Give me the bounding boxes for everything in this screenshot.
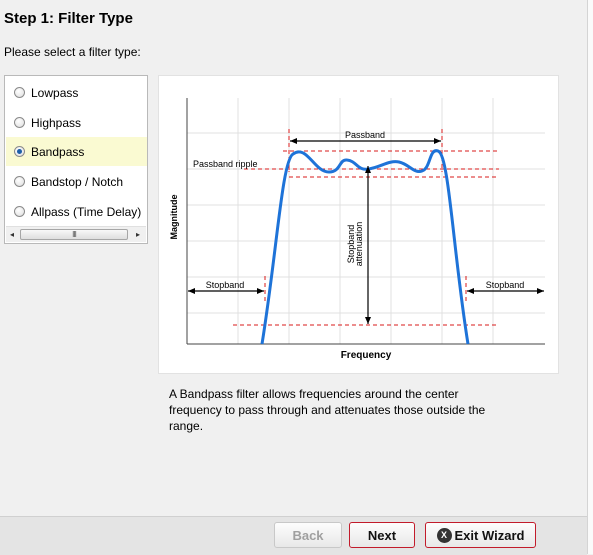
exit-wizard-button[interactable]: X Exit Wizard [425,522,536,548]
radio-checked-icon[interactable] [14,146,25,157]
scroll-right-icon[interactable]: ▸ [136,230,140,239]
label-passband-ripple: Passband ripple [193,159,258,169]
option-bandpass[interactable]: Bandpass [6,137,147,166]
option-label: Allpass (Time Delay) [31,204,142,219]
option-lowpass[interactable]: Lowpass [6,78,147,107]
option-label: Bandpass [31,144,85,159]
x-axis-title: Frequency [341,350,392,361]
option-label: Bandstop / Notch [31,174,124,189]
close-icon: X [436,527,452,543]
horizontal-scrollbar[interactable]: ◂ III ▸ [6,226,146,242]
page-subtitle: Please select a filter type: [4,45,141,59]
window-edge [587,0,593,554]
back-button-label: Back [292,527,324,543]
reference-lines [233,129,499,326]
option-label: Highpass [31,115,82,130]
exit-wizard-label: Exit Wizard [454,527,525,543]
page-title: Step 1: Filter Type [4,10,133,27]
radio-icon[interactable] [14,206,25,217]
option-allpass[interactable]: Allpass (Time Delay) [6,197,147,226]
label-stopband-left: Stopband [206,280,245,290]
label-stopband-right: Stopband [486,280,525,290]
radio-icon[interactable] [14,87,25,98]
scroll-grip-icon: III [72,230,77,239]
filter-diagram-svg: Passband Passband ripple Stopband Stopba… [169,98,545,361]
filter-diagram: Passband Passband ripple Stopband Stopba… [158,75,559,374]
scrollbar-thumb[interactable]: III [20,229,128,240]
next-button[interactable]: Next [349,522,415,548]
next-button-label: Next [367,527,397,543]
radio-icon[interactable] [14,176,25,187]
option-bandstop-notch[interactable]: Bandstop / Notch [6,167,147,196]
filter-response-curve [260,149,470,345]
label-passband: Passband [345,130,385,140]
option-highpass[interactable]: Highpass [6,108,147,137]
filter-type-list: Lowpass Highpass Bandpass Bandstop / Not… [4,75,148,244]
option-label: Lowpass [31,85,79,100]
radio-icon[interactable] [14,117,25,128]
label-stopband-attenuation-2: attenuation [354,222,364,267]
scroll-left-icon[interactable]: ◂ [10,230,14,239]
filter-description: A Bandpass filter allows frequencies aro… [169,387,486,433]
y-axis-title: Magnitude [169,195,179,240]
back-button[interactable]: Back [274,522,342,548]
